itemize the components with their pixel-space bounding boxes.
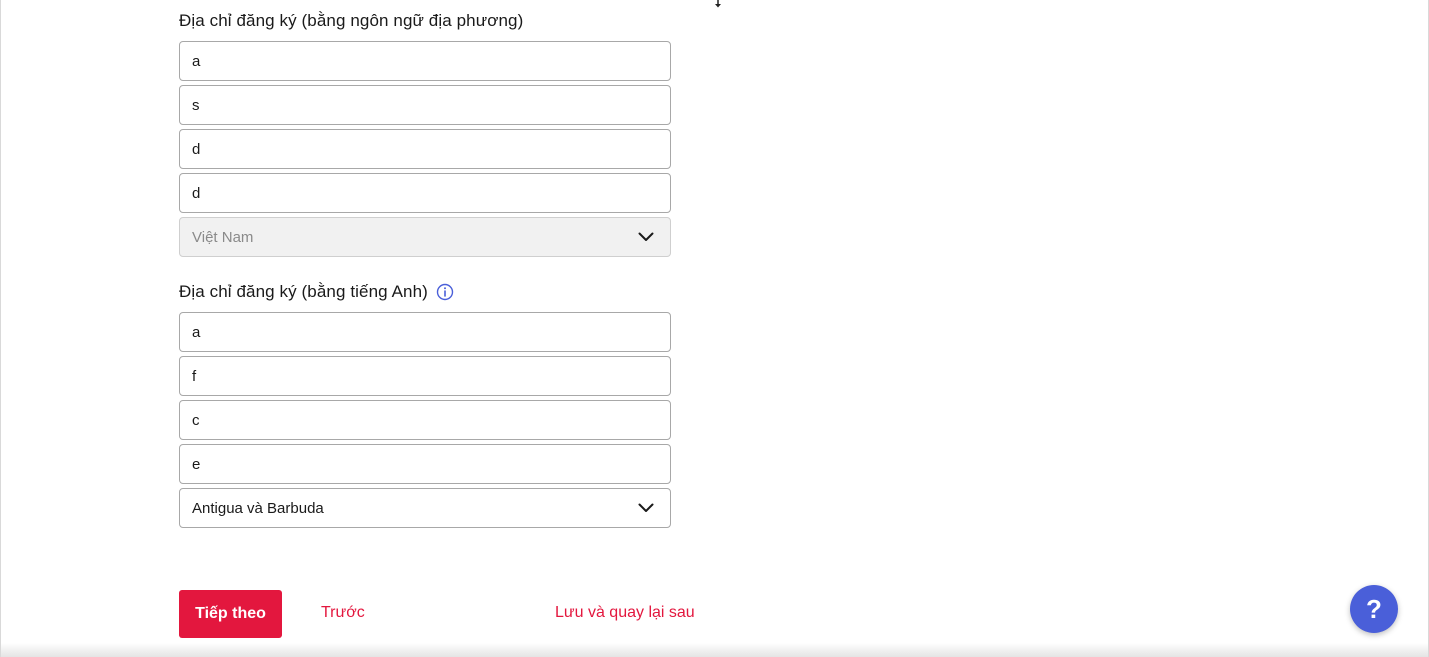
previous-link[interactable]: Trước: [321, 604, 365, 622]
info-icon[interactable]: [436, 283, 454, 301]
local-address-section: Địa chỉ đăng ký (bằng ngôn ngữ địa phươn…: [179, 10, 671, 261]
english-address-line-2[interactable]: f: [179, 356, 671, 396]
local-address-line-2[interactable]: s: [179, 85, 671, 125]
english-address-title-text: Địa chỉ đăng ký (bằng tiếng Anh): [179, 282, 428, 301]
local-address-line-4-value: d: [192, 184, 201, 202]
local-country-value: Việt Nam: [192, 228, 254, 246]
help-button[interactable]: ?: [1350, 585, 1398, 633]
english-address-line-4-value: e: [192, 455, 201, 473]
english-country-value: Antigua và Barbuda: [192, 499, 324, 517]
english-address-section: Địa chỉ đăng ký (bằng tiếng Anh) a f c e…: [179, 281, 671, 532]
next-button[interactable]: Tiếp theo: [179, 590, 282, 638]
english-address-line-3-value: c: [192, 411, 200, 429]
local-address-line-3[interactable]: d: [179, 129, 671, 169]
form-actions: Tiếp theo Trước Lưu và quay lại sau: [179, 590, 739, 638]
english-address-line-1[interactable]: a: [179, 312, 671, 352]
save-and-return-later-link[interactable]: Lưu và quay lại sau: [555, 604, 695, 622]
question-mark-icon: ?: [1366, 593, 1382, 624]
local-address-line-3-value: d: [192, 140, 201, 158]
local-address-line-2-value: s: [192, 96, 200, 114]
chevron-down-icon: [638, 232, 654, 241]
registration-address-page: Địa chỉ đăng ký (bằng ngôn ngữ địa phươn…: [0, 0, 1429, 657]
local-address-line-1[interactable]: a: [179, 41, 671, 81]
chevron-down-icon: [638, 503, 654, 512]
resize-cursor-icon: [715, 0, 721, 8]
english-address-line-4[interactable]: e: [179, 444, 671, 484]
english-address-line-1-value: a: [192, 323, 201, 341]
english-address-title: Địa chỉ đăng ký (bằng tiếng Anh): [179, 281, 671, 303]
local-country-select[interactable]: Việt Nam: [179, 217, 671, 257]
local-address-title-text: Địa chỉ đăng ký (bằng ngôn ngữ địa phươn…: [179, 11, 524, 30]
local-address-line-4[interactable]: d: [179, 173, 671, 213]
english-country-select[interactable]: Antigua và Barbuda: [179, 488, 671, 528]
local-address-title: Địa chỉ đăng ký (bằng ngôn ngữ địa phươn…: [179, 10, 671, 32]
bottom-shadow: [1, 643, 1428, 657]
english-address-line-3[interactable]: c: [179, 400, 671, 440]
english-address-line-2-value: f: [192, 367, 197, 385]
local-address-line-1-value: a: [192, 52, 201, 70]
